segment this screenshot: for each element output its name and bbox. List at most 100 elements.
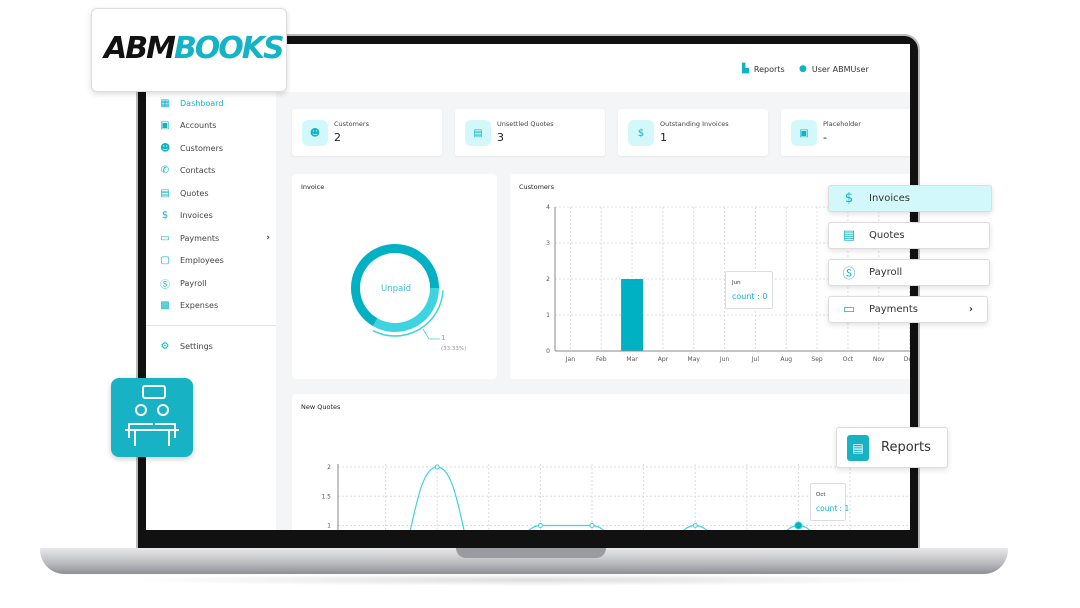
credit-card-icon: ▭ xyxy=(842,302,856,317)
sidebar-label: Invoices xyxy=(180,211,213,221)
point-aug xyxy=(692,523,698,528)
dashboard-icon: ▦ xyxy=(160,97,170,109)
x-tick-label: Dec xyxy=(904,356,910,363)
x-tick-label: Jun xyxy=(719,356,730,363)
user-menu[interactable]: ● User ABMUser xyxy=(799,64,869,74)
tooltip-value: count : 1 xyxy=(816,504,850,513)
document-icon: ▤ xyxy=(160,187,170,199)
menu-label: Payroll xyxy=(869,267,903,278)
floating-menu-quotes[interactable]: ▤ Quotes xyxy=(828,222,990,249)
reports-link[interactable]: ▙ Reports xyxy=(742,64,785,74)
stat-card-placeholder[interactable]: ▣ Placeholder - xyxy=(781,109,910,156)
x-tick-label: Mar xyxy=(626,356,638,363)
tooltip-title: Oct xyxy=(816,492,826,498)
sidebar-item-contacts[interactable]: ✆ Contacts xyxy=(160,160,270,183)
sidebar-item-customers[interactable]: ☻ Customers xyxy=(160,137,270,160)
laptop-notch xyxy=(456,548,606,558)
sidebar-label: Settings xyxy=(180,341,213,351)
menu-label: Payments xyxy=(869,304,918,315)
sidebar-label: Expenses xyxy=(180,301,219,311)
sidebar-label: Payroll xyxy=(180,278,207,288)
stat-value: 1 xyxy=(660,131,667,144)
accounts-icon: ▣ xyxy=(160,120,170,132)
x-tick-label: Feb xyxy=(596,356,607,363)
sidebar-label: Contacts xyxy=(180,166,216,176)
sidebar-item-payments[interactable]: ▭ Payments › xyxy=(160,227,270,250)
user-icon: ● xyxy=(799,64,807,74)
sidebar-divider xyxy=(146,325,276,326)
sidebar-label: Payments xyxy=(180,233,220,243)
y-tick-label: 4 xyxy=(546,204,550,211)
point-jun xyxy=(589,523,595,528)
stat-label: Outstanding Invoices xyxy=(660,120,729,128)
sidebar-item-accounts[interactable]: ▣ Accounts xyxy=(160,115,270,138)
laptop-shadow xyxy=(120,574,940,586)
stat-value: - xyxy=(823,131,827,144)
stat-card-unsettled-quotes[interactable]: ▤ Unsettled Quotes 3 xyxy=(455,109,605,156)
customers-icon: ☻ xyxy=(302,120,328,146)
slice-leader-line xyxy=(422,328,440,340)
y-tick-label: 1 xyxy=(546,312,550,319)
stat-value: 3 xyxy=(497,131,504,144)
logo-text-accent: BOOKS xyxy=(173,31,285,66)
invoice-donut-chart: Unpaid 1 (33.33%) xyxy=(351,244,466,352)
logo-text-dark: ABM xyxy=(104,31,176,66)
sidebar-item-settings[interactable]: ⚙ Settings xyxy=(160,335,270,358)
x-tick-label: Nov xyxy=(873,356,885,363)
line-tooltip: Oct count : 1 xyxy=(810,483,850,521)
slice-value-label: 1 xyxy=(441,334,445,342)
x-tick-label: Apr xyxy=(658,356,669,363)
sidebar-label: Accounts xyxy=(180,121,217,131)
y-tick-label: 2 xyxy=(546,276,550,283)
chevron-right-icon: › xyxy=(266,233,270,244)
stat-card-customers[interactable]: ☻ Customers 2 xyxy=(292,109,442,156)
customers-icon: ☻ xyxy=(160,142,171,154)
chevron-right-icon: › xyxy=(968,304,973,315)
x-tick-label: Jul xyxy=(751,356,760,363)
reports-label: Reports xyxy=(753,64,785,74)
sidebar-label: Quotes xyxy=(180,188,209,198)
document-icon: ▤ xyxy=(842,228,856,243)
x-tick-label: Jan xyxy=(565,356,575,363)
stat-value: 2 xyxy=(334,131,341,144)
cash-icon: ▩ xyxy=(160,300,170,312)
invoice-icon: $ xyxy=(628,120,654,146)
menu-label: Quotes xyxy=(869,230,905,241)
sidebar-label: Customers xyxy=(180,143,224,153)
y-tick-label: 1 xyxy=(327,523,331,530)
y-tick-label: 3 xyxy=(546,240,550,247)
floating-menu-payroll[interactable]: Ⓢ Payroll xyxy=(828,259,990,286)
slice-percent-label: (33.33%) xyxy=(441,346,466,352)
tooltip-title: Jun xyxy=(732,280,741,286)
logo-card: ABMBOOKS xyxy=(91,8,287,92)
sidebar-label: Employees xyxy=(180,256,224,266)
sidebar-item-quotes[interactable]: ▤ Quotes xyxy=(160,182,270,205)
bar-mar xyxy=(621,279,644,351)
new-quotes-chart-card: New Quotes 0.511.52 Oct count : 1 xyxy=(292,394,910,530)
dollar-circle-icon: Ⓢ xyxy=(160,279,170,291)
sidebar-item-expenses[interactable]: ▩ Expenses xyxy=(160,295,270,318)
stat-card-outstanding-invoices[interactable]: $ Outstanding Invoices 1 xyxy=(618,109,768,156)
reports-badge[interactable]: ▤ Reports xyxy=(836,427,948,468)
app-screen: ▙ Reports ● User ABMUser ▦ Dashboard ▣ Accou… xyxy=(146,44,910,530)
reports-icon: ▙ xyxy=(742,64,749,74)
sidebar-item-employees[interactable]: ▢ Employees xyxy=(160,250,270,273)
bar-tooltip: Jun count : 0 xyxy=(725,271,773,309)
floating-menu-invoices[interactable]: $ Invoices xyxy=(828,185,992,212)
dollar-circle-icon: Ⓢ xyxy=(842,267,856,282)
employee-badge-icon: ▢ xyxy=(160,255,170,267)
sidebar-item-payroll[interactable]: Ⓢ Payroll xyxy=(160,272,270,295)
meeting-badge xyxy=(111,378,193,457)
floating-menu-payments[interactable]: ▭ Payments › xyxy=(828,296,988,323)
document-icon: ▤ xyxy=(465,120,491,146)
x-tick-label: Aug xyxy=(780,356,792,363)
tooltip-value: count : 0 xyxy=(732,292,768,301)
user-label: User ABMUser xyxy=(811,64,869,74)
sidebar-item-invoices[interactable]: $ Invoices xyxy=(160,205,270,228)
sidebar-item-dashboard[interactable]: ▦ Dashboard xyxy=(160,92,270,115)
point-mar xyxy=(434,464,440,470)
credit-card-icon: ▭ xyxy=(160,232,170,244)
wallet-icon: ▣ xyxy=(791,120,817,146)
donut-slice-unpaid[interactable] xyxy=(373,288,439,332)
abm-books-logo: ABMBOOKS xyxy=(104,31,285,66)
